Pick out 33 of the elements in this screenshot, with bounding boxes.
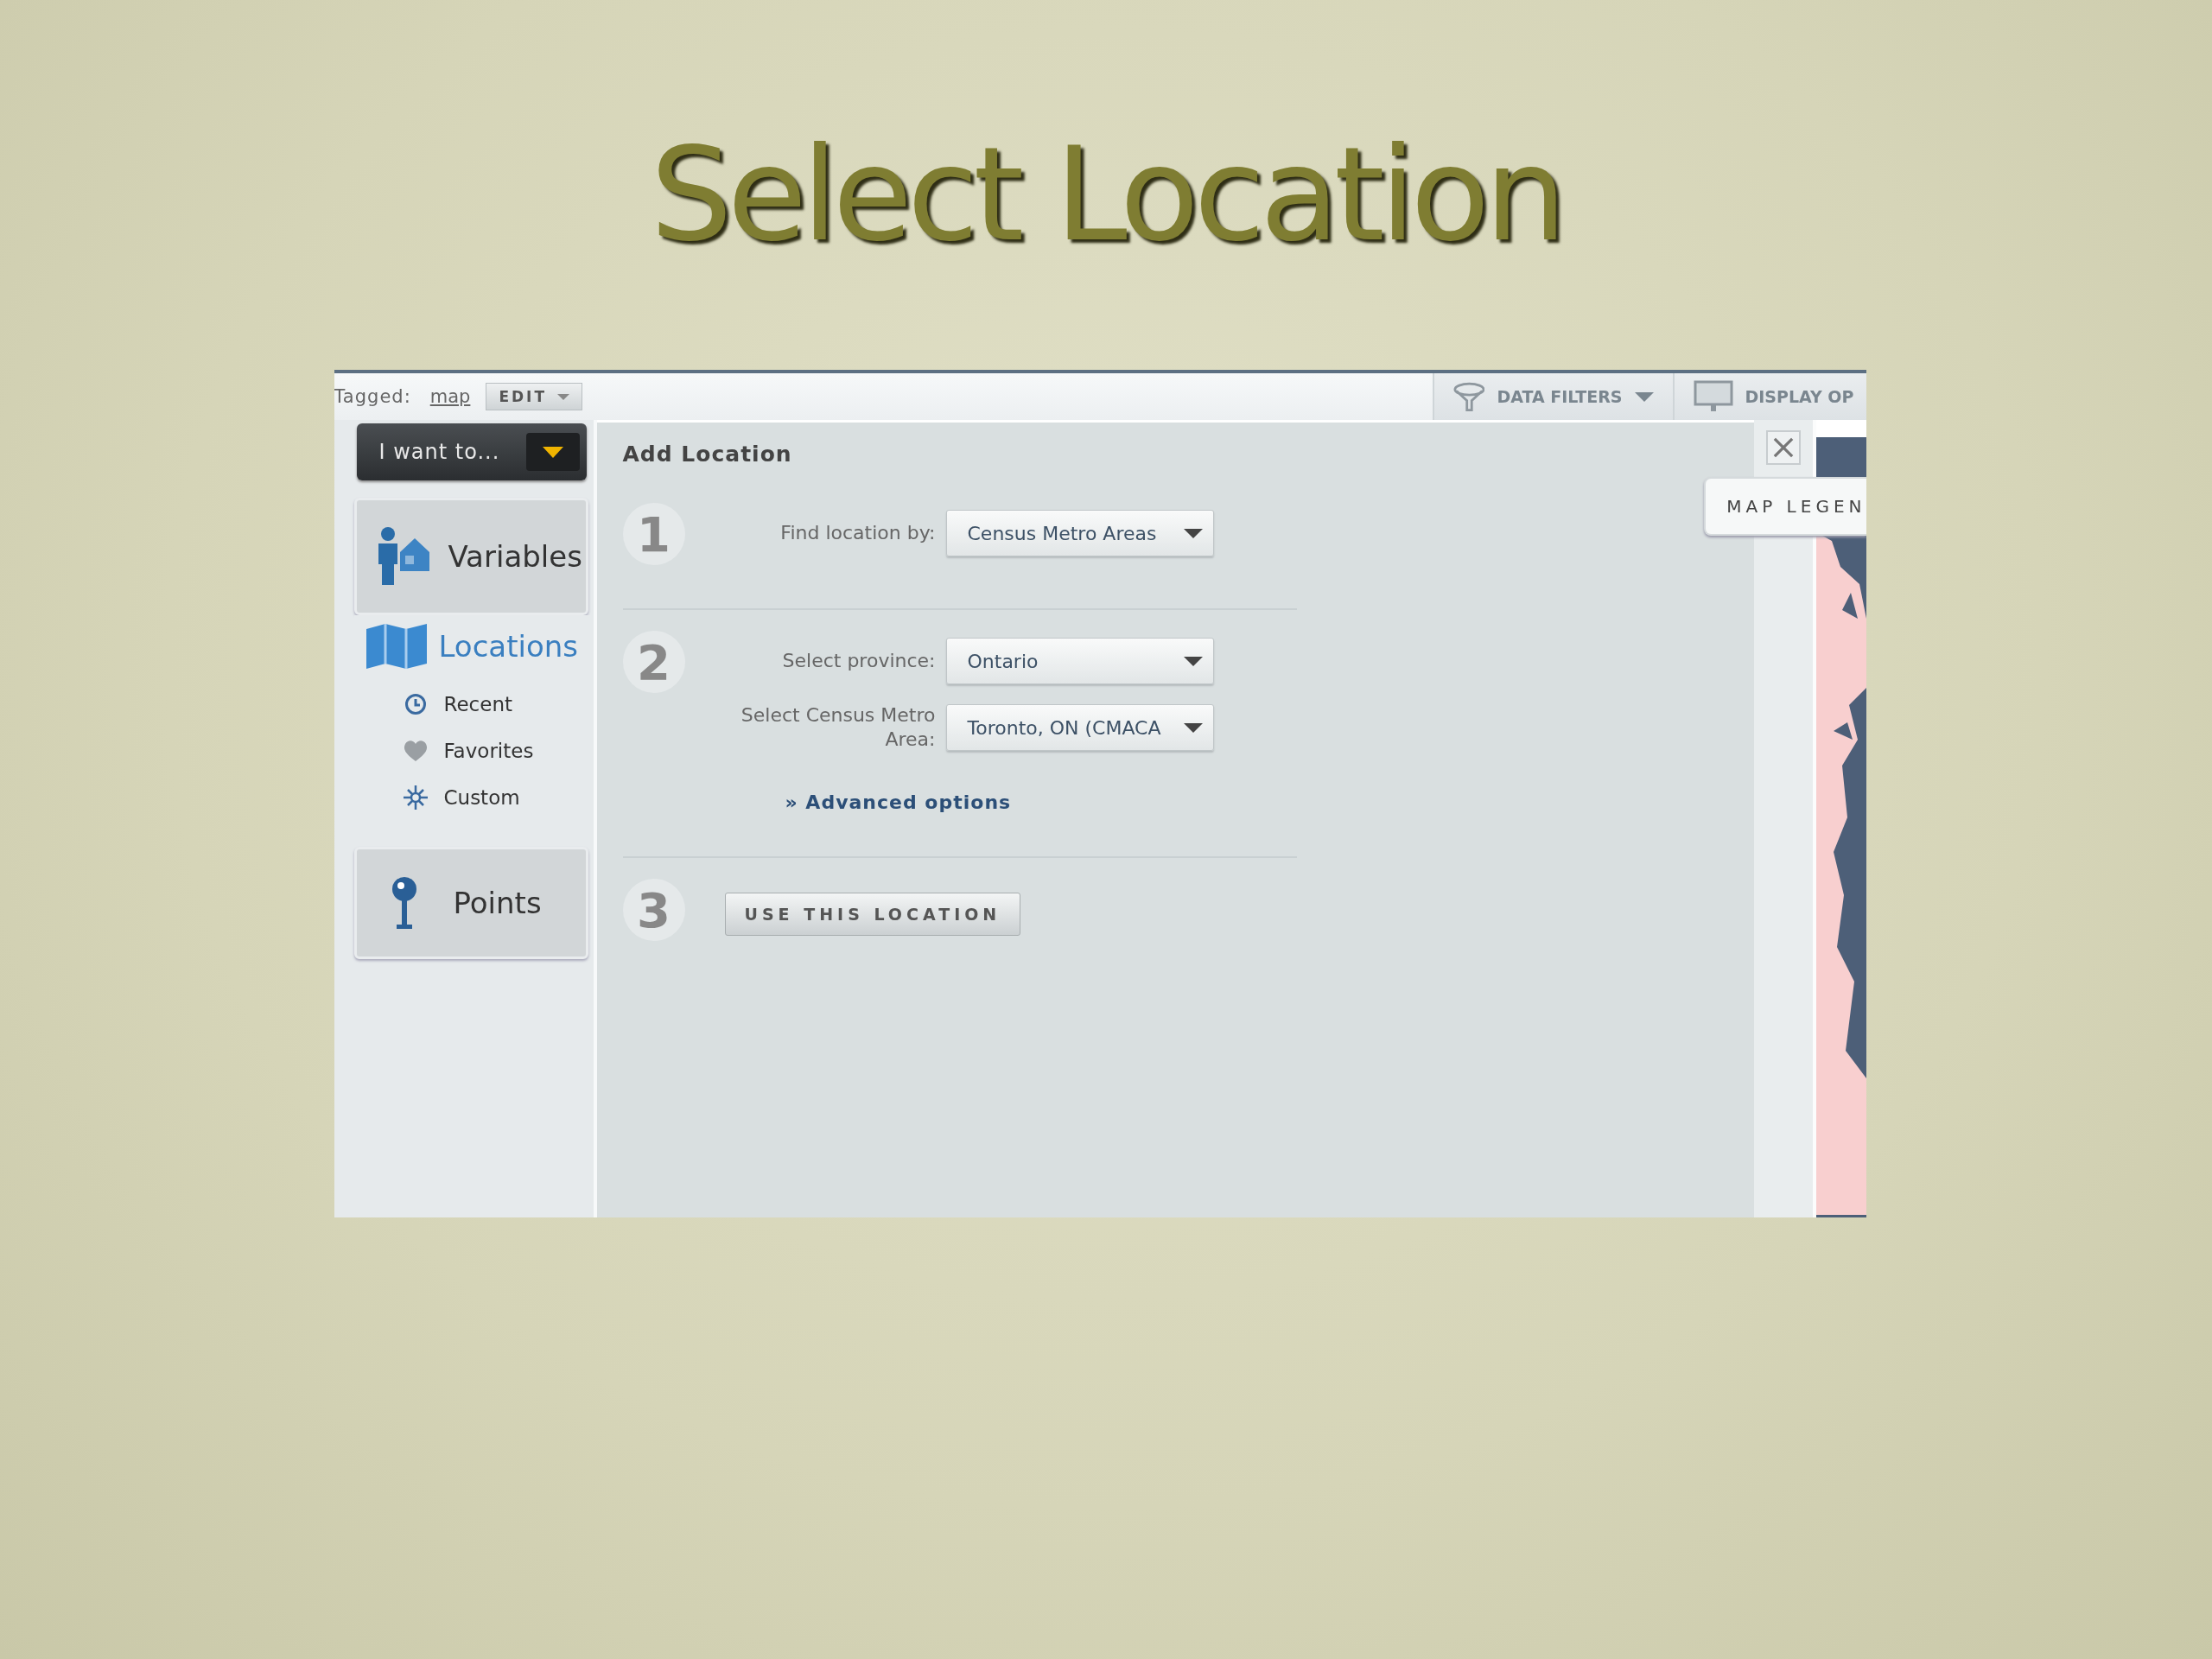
field-label: Select Census Metro Area: <box>740 703 936 752</box>
slide-title: Select Location <box>650 130 1562 259</box>
dropdown-field[interactable]: Census Metro Areas <box>945 510 1214 556</box>
edit-button[interactable]: EDIT <box>486 383 583 410</box>
caret-icon <box>1634 391 1654 402</box>
caret-icon <box>557 393 570 400</box>
tag-link[interactable]: map <box>429 386 471 407</box>
step-number: 1 <box>622 503 685 565</box>
close-button[interactable] <box>1765 430 1801 465</box>
map-legend-tab[interactable]: MAP LEGEN <box>1704 477 1866 536</box>
sparkle-icon <box>402 785 429 810</box>
caret-icon <box>1183 722 1203 733</box>
heart-icon <box>402 740 429 762</box>
monitor-icon <box>1693 380 1733 413</box>
nav-subitem[interactable]: Custom <box>402 774 594 821</box>
use-location-button[interactable]: USE THIS LOCATION <box>724 893 1021 936</box>
i-want-to-menu-button[interactable]: I want to... <box>356 423 587 480</box>
nav-subitem[interactable]: Favorites <box>402 728 594 774</box>
step-number: 2 <box>622 631 685 693</box>
caret-icon <box>1183 528 1203 538</box>
folded-map-icon <box>365 624 427 669</box>
dropdown-field[interactable]: Toronto, ON (CMACA <box>945 704 1214 751</box>
close-icon <box>1772 436 1794 459</box>
field-label: Find location by: <box>779 521 936 545</box>
field-label: Select province: <box>781 649 936 673</box>
panel-title: Add Location <box>622 442 793 467</box>
advanced-options-link[interactable]: » Advanced options <box>785 791 1012 813</box>
dropdown-field[interactable]: Ontario <box>945 638 1214 684</box>
tagged-label: Tagged: <box>334 386 411 407</box>
nav-subitem[interactable]: Recent <box>402 681 594 728</box>
step-number: 3 <box>622 879 685 941</box>
funnel-icon <box>1452 381 1485 412</box>
caret-icon <box>1183 656 1203 666</box>
